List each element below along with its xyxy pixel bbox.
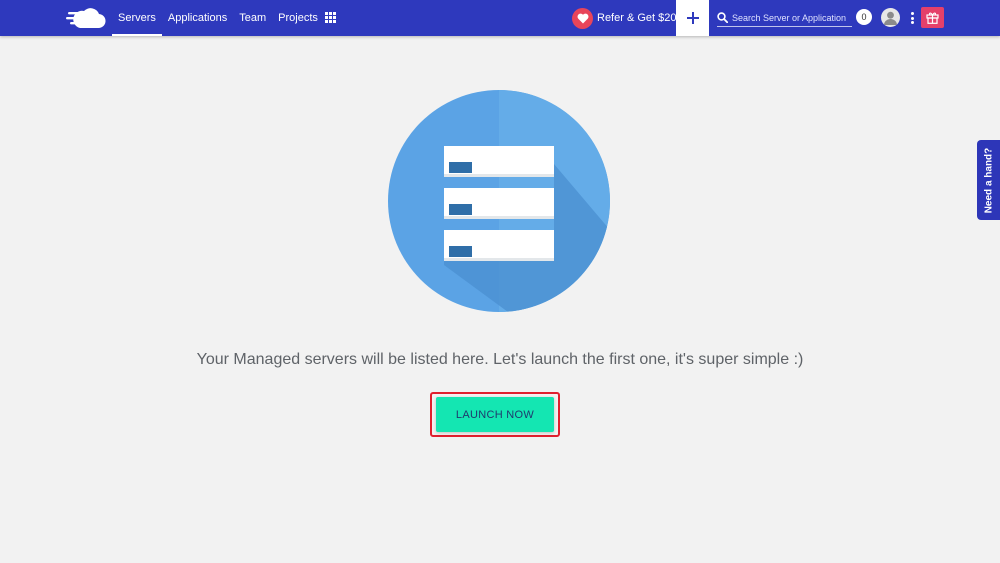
- search-icon[interactable]: [717, 12, 728, 23]
- search-input[interactable]: [732, 12, 850, 23]
- nav-servers[interactable]: Servers: [112, 0, 162, 36]
- user-icon: [884, 11, 897, 25]
- need-a-hand-tab[interactable]: Need a hand?: [977, 140, 1000, 220]
- help-label: Need a hand?: [983, 147, 995, 213]
- search-box: [717, 9, 852, 27]
- gift-icon: [926, 12, 939, 24]
- notification-count-badge[interactable]: 0: [856, 9, 872, 25]
- avatar[interactable]: [881, 8, 900, 27]
- kebab-menu-icon[interactable]: [906, 11, 918, 25]
- plus-icon: [686, 12, 699, 24]
- cloud-logo-icon[interactable]: [66, 7, 106, 29]
- refer-label: Refer & Get $20: [597, 12, 677, 24]
- top-navigation-bar: Servers Applications Team Projects Refer…: [0, 0, 1000, 36]
- nav-projects[interactable]: Projects: [272, 0, 324, 36]
- launch-now-button[interactable]: LAUNCH NOW: [436, 397, 554, 432]
- server-stack-icon: [388, 90, 610, 312]
- heart-icon: [572, 7, 593, 29]
- add-button[interactable]: [676, 0, 709, 36]
- launch-button-highlight: LAUNCH NOW: [430, 392, 560, 437]
- nav-applications[interactable]: Applications: [162, 0, 233, 36]
- grid-icon[interactable]: [325, 12, 336, 23]
- empty-state-message: Your Managed servers will be listed here…: [196, 351, 804, 368]
- nav-team[interactable]: Team: [233, 0, 272, 36]
- gift-button[interactable]: [921, 7, 944, 28]
- main-nav: Servers Applications Team Projects: [112, 0, 324, 36]
- refer-button[interactable]: Refer & Get $20: [572, 7, 677, 29]
